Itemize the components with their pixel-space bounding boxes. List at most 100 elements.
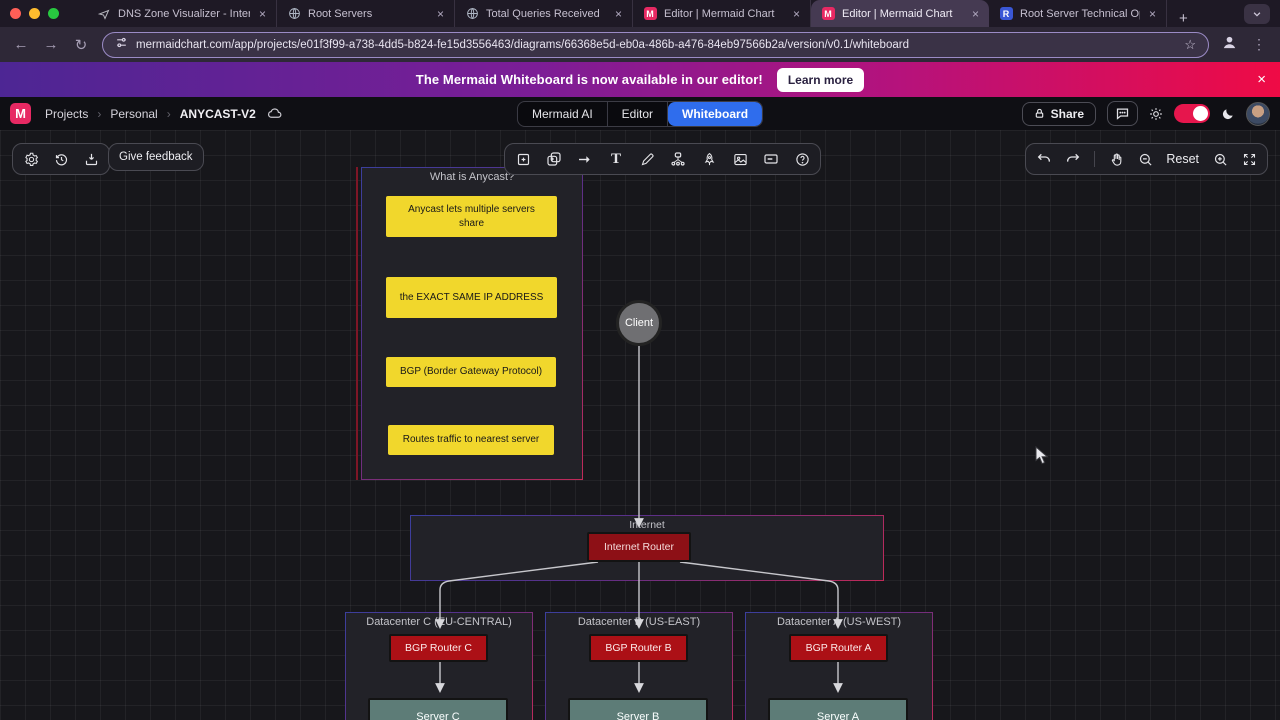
- mermaid-icon: M: [821, 7, 835, 21]
- forward-icon[interactable]: →: [42, 36, 60, 53]
- app-header: M Projects › Personal › ANYCAST-V2 Merma…: [0, 97, 1280, 130]
- tab-dns-zone-visualizer[interactable]: DNS Zone Visualizer - Interac ×: [87, 0, 277, 27]
- breadcrumb-separator: ›: [97, 106, 102, 121]
- fullscreen-icon[interactable]: [1241, 151, 1257, 167]
- header-actions: Share: [1021, 101, 1270, 126]
- tab-strip: DNS Zone Visualizer - Interac × Root Ser…: [87, 0, 1244, 27]
- help-icon[interactable]: [794, 151, 810, 167]
- tab-editor-mermaid-active[interactable]: M Editor | Mermaid Chart ×: [811, 0, 989, 27]
- frame-title[interactable]: Internet: [411, 519, 883, 531]
- sticky-note[interactable]: BGP (Border Gateway Protocol): [386, 357, 556, 387]
- close-tab-icon[interactable]: ×: [435, 7, 446, 21]
- reload-icon[interactable]: ↻: [72, 36, 90, 54]
- window-controls: [10, 8, 59, 19]
- cloud-sync-icon: [267, 106, 282, 121]
- frame-title[interactable]: Datacenter C (EU-CENTRAL): [346, 616, 532, 628]
- tab-editor[interactable]: Editor: [608, 101, 669, 126]
- arrow-tool-icon[interactable]: [577, 151, 593, 167]
- mermaid-logo[interactable]: M: [10, 103, 31, 124]
- tab-search-chevron-button[interactable]: [1244, 3, 1270, 24]
- tab-title: Editor | Mermaid Chart: [842, 7, 953, 20]
- reset-zoom-button[interactable]: Reset: [1166, 152, 1199, 166]
- text-tool-icon[interactable]: T: [608, 151, 624, 167]
- node-server-c[interactable]: Server C: [368, 698, 508, 720]
- diagram-tool-icon[interactable]: [670, 151, 686, 167]
- image-tool-icon[interactable]: [732, 151, 748, 167]
- sticky-note[interactable]: the EXACT SAME IP ADDRESS: [386, 277, 557, 318]
- url-field[interactable]: mermaidchart.com/app/projects/e01f3f99-a…: [102, 31, 1209, 58]
- learn-more-button[interactable]: Learn more: [776, 67, 865, 92]
- export-icon[interactable]: [83, 151, 99, 167]
- mermaid-icon: M: [643, 7, 657, 21]
- tab-root-servers[interactable]: Root Servers ×: [277, 0, 455, 27]
- minimize-window-button[interactable]: [29, 8, 40, 19]
- mode-switcher: Mermaid AI Editor Whiteboard: [516, 100, 764, 127]
- maximize-window-button[interactable]: [48, 8, 59, 19]
- banner-close-icon[interactable]: ×: [1251, 62, 1272, 97]
- site-settings-icon[interactable]: [115, 36, 128, 54]
- breadcrumb-project-name[interactable]: ANYCAST-V2: [180, 107, 256, 121]
- globe-icon: [287, 7, 301, 21]
- frame-edge-accent: [356, 167, 358, 480]
- tab-whiteboard[interactable]: Whiteboard: [668, 101, 763, 126]
- node-server-a[interactable]: Server A: [768, 698, 908, 720]
- pan-hand-icon[interactable]: [1108, 151, 1124, 167]
- node-client[interactable]: Client: [616, 300, 662, 346]
- toolbar-divider: [1094, 151, 1096, 167]
- browser-menu-icon[interactable]: ⋮: [1250, 36, 1268, 53]
- tab-root-server-technical[interactable]: R Root Server Technical Opera ×: [989, 0, 1167, 27]
- node-bgp-router-a[interactable]: BGP Router A: [789, 634, 888, 662]
- share-button[interactable]: Share: [1021, 101, 1096, 126]
- close-tab-icon[interactable]: ×: [613, 7, 624, 21]
- sticky-note[interactable]: Anycast lets multiple servers share: [386, 196, 557, 237]
- close-tab-icon[interactable]: ×: [970, 7, 981, 21]
- drawing-toolbar: T: [504, 143, 821, 175]
- shapes-tool-icon[interactable]: [546, 151, 562, 167]
- tab-mermaid-ai[interactable]: Mermaid AI: [518, 101, 608, 126]
- breadcrumb: Projects › Personal › ANYCAST-V2: [45, 106, 282, 121]
- rocket-tool-icon[interactable]: [701, 151, 717, 167]
- node-internet-router[interactable]: Internet Router: [587, 532, 691, 562]
- node-bgp-router-b[interactable]: BGP Router B: [589, 634, 688, 662]
- profile-icon[interactable]: [1221, 34, 1238, 56]
- tab-title: Total Queries Received: [486, 7, 600, 20]
- frame-tool-icon[interactable]: [515, 151, 531, 167]
- feedback-label: Give feedback: [119, 151, 193, 163]
- user-avatar[interactable]: [1246, 101, 1270, 126]
- pen-tool-icon[interactable]: [639, 151, 655, 167]
- undo-icon[interactable]: [1036, 151, 1052, 167]
- light-mode-icon: [1149, 107, 1163, 121]
- sticky-note[interactable]: Routes traffic to nearest server: [388, 425, 554, 455]
- zoom-in-icon[interactable]: [1212, 151, 1228, 167]
- tab-title: Editor | Mermaid Chart: [664, 7, 775, 20]
- zoom-out-icon[interactable]: [1137, 151, 1153, 167]
- comments-button[interactable]: [1107, 101, 1138, 126]
- feedback-button[interactable]: Give feedback: [108, 143, 204, 171]
- whiteboard-canvas[interactable]: Give feedback T Reset What is Anycast? A…: [0, 130, 1280, 720]
- close-tab-icon[interactable]: ×: [1147, 7, 1158, 21]
- breadcrumb-personal[interactable]: Personal: [110, 107, 157, 121]
- close-tab-icon[interactable]: ×: [791, 7, 802, 21]
- bookmark-star-icon[interactable]: ☆: [1184, 37, 1196, 53]
- banner-message: The Mermaid Whiteboard is now available …: [415, 72, 763, 87]
- tab-title: DNS Zone Visualizer - Interac: [118, 7, 250, 20]
- settings-gear-icon[interactable]: [23, 151, 39, 167]
- dark-mode-icon: [1221, 107, 1235, 121]
- redo-icon[interactable]: [1065, 151, 1081, 167]
- new-tab-button[interactable]: +: [1167, 10, 1200, 27]
- frame-title[interactable]: Datacenter B (US-EAST): [546, 616, 732, 628]
- frame-title[interactable]: Datacenter A (US-WEST): [746, 616, 932, 628]
- close-tab-icon[interactable]: ×: [257, 7, 268, 21]
- breadcrumb-projects[interactable]: Projects: [45, 107, 88, 121]
- browser-address-bar: ← → ↻ mermaidchart.com/app/projects/e01f…: [0, 27, 1280, 62]
- promo-banner: The Mermaid Whiteboard is now available …: [0, 62, 1280, 97]
- tab-total-queries[interactable]: Total Queries Received ×: [455, 0, 633, 27]
- theme-toggle[interactable]: [1174, 104, 1210, 123]
- history-icon[interactable]: [53, 151, 69, 167]
- back-icon[interactable]: ←: [12, 36, 30, 53]
- close-window-button[interactable]: [10, 8, 21, 19]
- node-bgp-router-c[interactable]: BGP Router C: [389, 634, 488, 662]
- node-server-b[interactable]: Server B: [568, 698, 708, 720]
- tab-editor-mermaid-1[interactable]: M Editor | Mermaid Chart ×: [633, 0, 811, 27]
- embed-tool-icon[interactable]: [763, 151, 779, 167]
